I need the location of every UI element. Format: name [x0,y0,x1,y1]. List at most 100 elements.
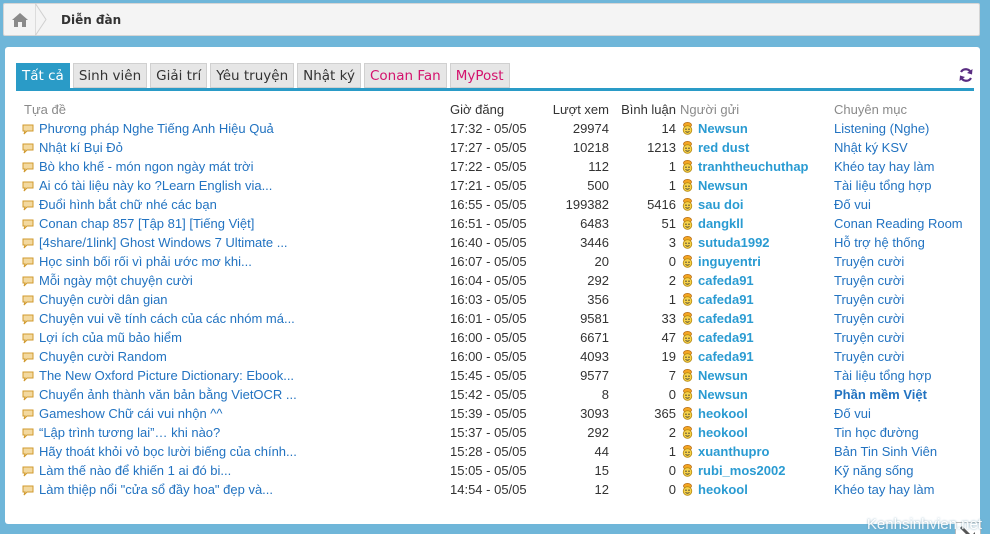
poster-link[interactable]: heokool [698,425,748,440]
category-link[interactable]: Khéo tay hay làm [834,159,934,174]
home-icon [11,12,28,27]
category-link[interactable]: Tin học đường [834,425,919,440]
topic-link[interactable]: Mỗi ngày một chuyện cười [39,273,193,288]
category-link[interactable]: Tài liệu tổng hợp [834,178,931,193]
topic-link[interactable]: Chuyện vui về tính cách của các nhóm má.… [39,311,295,326]
topic-link[interactable]: Làm thiệp nổi "cửa sổ đầy hoa" đẹp và... [39,482,273,497]
smiley-icon [682,407,693,420]
home-button[interactable] [4,4,36,35]
topic-link[interactable]: Bò kho khế - món ngon ngày mát trời [39,159,253,174]
poster-link[interactable]: Newsun [698,178,748,193]
topic-link[interactable]: “Lập trình tương lai”… khi nào? [39,425,220,440]
tab-entertainment[interactable]: Giải trí [150,63,208,88]
tab-mypost[interactable]: MyPost [449,63,510,88]
speech-bubble-icon [22,484,34,496]
view-count: 112 [588,159,609,174]
topic-cell: Chuyện cười dân gian [18,290,450,309]
poster-link[interactable]: Newsun [698,368,748,383]
category-link[interactable]: Listening (Nghe) [834,121,929,136]
topic-cell: Làm thế nào để khiến 1 ai đó bi... [18,461,450,480]
post-time: 17:21 - 05/05 [450,178,527,193]
breadcrumb-current[interactable]: Diễn đàn [47,13,121,27]
topic-link[interactable]: Làm thế nào để khiến 1 ai đó bi... [39,463,231,478]
reply-count: 33 [661,311,676,326]
reply-count: 0 [668,254,676,269]
category-link[interactable]: Truyện cười [834,254,904,269]
topic-link[interactable]: Chuyện cười dân gian [39,292,168,307]
refresh-icon[interactable] [958,67,974,83]
topic-cell: Gameshow Chữ cái vui nhộn ^^ [18,404,450,423]
category-cell: Tài liệu tổng hợp [834,366,974,385]
topic-cell: “Lập trình tương lai”… khi nào? [18,423,450,442]
category-link[interactable]: Khéo tay hay làm [834,482,934,497]
post-time: 16:00 - 05/05 [450,349,527,364]
view-count: 356 [587,292,609,307]
smiley-icon [682,122,693,135]
poster-link[interactable]: heokool [698,482,748,497]
category-cell: Truyện cười [834,309,974,328]
topic-link[interactable]: Chuyện cười Random [39,349,167,364]
category-cell: Khéo tay hay làm [834,480,974,499]
poster-cell: cafeda91 [680,309,834,328]
poster-cell: Newsun [680,176,834,195]
category-link[interactable]: Truyện cười [834,330,904,345]
topic-link[interactable]: Gameshow Chữ cái vui nhộn ^^ [39,406,223,421]
smiley-icon [682,255,693,268]
category-link[interactable]: Tài liệu tổng hợp [834,368,931,383]
topic-link[interactable]: Hãy thoát khỏi vỏ bọc lười biếng của chí… [39,444,297,459]
tab-students[interactable]: Sinh viên [72,63,148,88]
reply-count: 0 [668,463,676,478]
view-count: 292 [587,273,609,288]
smiley-icon [682,179,693,192]
poster-link[interactable]: Newsun [698,387,748,402]
poster-link[interactable]: tranhtheuchuthap [698,159,809,174]
category-link[interactable]: Truyện cười [834,349,904,364]
category-link[interactable]: Kỹ năng sống [834,463,914,478]
category-link[interactable]: Truyện cười [834,273,904,288]
poster-link[interactable]: cafeda91 [698,330,754,345]
topic-link[interactable]: Lợi ích của mũ bảo hiểm [39,330,182,345]
category-link[interactable]: Truyện cười [834,292,904,307]
poster-link[interactable]: inguyentri [698,254,761,269]
category-link[interactable]: Phần mềm Việt [834,387,927,402]
tab-diary[interactable]: Nhật ký [297,63,361,88]
tab-conan-fan[interactable]: Conan Fan [363,63,447,88]
poster-link[interactable]: cafeda91 [698,311,754,326]
smiley-icon [682,483,693,496]
topic-link[interactable]: The New Oxford Picture Dictionary: Ebook… [39,368,294,383]
topic-link[interactable]: Nhật kí Bụi Đỏ [39,140,123,155]
poster-link[interactable]: dangkll [698,216,744,231]
poster-link[interactable]: red dust [698,140,749,155]
topic-link[interactable]: Học sinh bối rối vì phải ước mơ khi... [39,254,252,269]
topic-link[interactable]: Conan chap 857 [Tập 81] [Tiếng Việt] [39,216,254,231]
reply-count: 47 [661,330,676,345]
post-time: 16:55 - 05/05 [450,197,527,212]
topic-link[interactable]: Đuổi hình bắt chữ nhé các bạn [39,197,217,212]
poster-link[interactable]: Newsun [698,121,748,136]
poster-link[interactable]: rubi_mos2002 [698,463,785,478]
topic-link[interactable]: Ai có tài liệu này ko ?Learn English via… [39,178,272,193]
poster-link[interactable]: xuanthupro [698,444,770,459]
poster-link[interactable]: cafeda91 [698,273,754,288]
topic-cell: Chuyện cười Random [18,347,450,366]
topic-link[interactable]: Phương pháp Nghe Tiếng Anh Hiệu Quả [39,121,274,136]
category-link[interactable]: Đố vui [834,197,871,212]
category-link[interactable]: Nhật ký KSV [834,140,908,155]
tab-all[interactable]: Tất cả [16,63,70,88]
topic-link[interactable]: Chuyển ảnh thành văn bản bằng VietOCR ..… [39,387,297,402]
category-link[interactable]: Conan Reading Room [834,216,963,231]
category-link[interactable]: Hỗ trợ hệ thống [834,235,925,250]
poster-link[interactable]: cafeda91 [698,292,754,307]
tab-stories[interactable]: Yêu truyện [210,63,295,88]
category-link[interactable]: Bản Tin Sinh Viên [834,444,937,459]
poster-link[interactable]: sutuda1992 [698,235,770,250]
reply-count: 1 [668,178,676,193]
poster-link[interactable]: cafeda91 [698,349,754,364]
poster-link[interactable]: heokool [698,406,748,421]
poster-link[interactable]: sau doi [698,197,744,212]
reply-count: 51 [661,216,676,231]
category-link[interactable]: Truyện cười [834,311,904,326]
category-link[interactable]: Đố vui [834,406,871,421]
topic-link[interactable]: [4share/1link] Ghost Windows 7 Ultimate … [39,235,288,250]
view-count: 6483 [580,216,609,231]
